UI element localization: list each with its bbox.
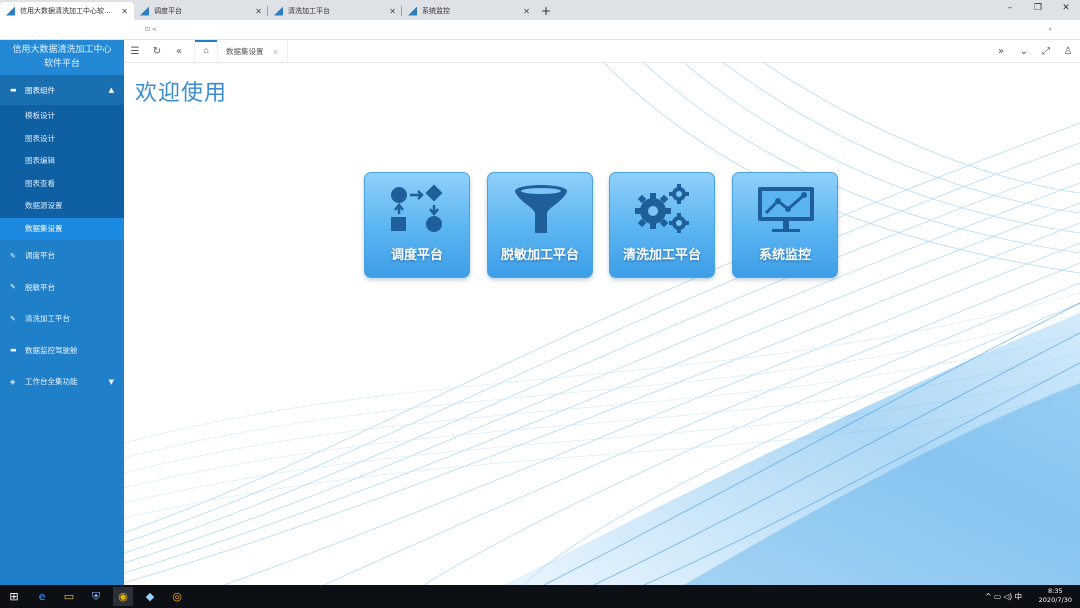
scroll-left-icon[interactable]: « bbox=[168, 40, 190, 63]
chrome-icon[interactable]: ◉ bbox=[113, 587, 133, 606]
sidebar-item-label: 数据监控驾驶舱 bbox=[25, 345, 78, 355]
window-controls: – ❐ ✕ bbox=[996, 0, 1080, 18]
system-tray[interactable]: ^ ▭ ◁) 中 bbox=[985, 591, 1022, 602]
tile-system-monitor[interactable]: 系统监控 bbox=[732, 172, 838, 278]
windows-start-icon[interactable]: ⊞ bbox=[4, 587, 24, 606]
taskbar: ⊞ e ▭ ⛨ ◉ ◆ ◎ ^ ▭ ◁) 中 8:35 2020/7/30 bbox=[0, 585, 1080, 608]
tile-label: 清洗加工平台 bbox=[622, 248, 701, 263]
address-bar[interactable]: ⊡ < » bbox=[0, 20, 1080, 40]
browser-tab-title: 信用大数据清洗加工中心软件平台 bbox=[20, 7, 118, 15]
clock[interactable]: 8:35 2020/7/30 bbox=[1039, 587, 1072, 605]
chevron-up-icon: ▲ bbox=[108, 86, 114, 94]
browser-tab-strip: 信用大数据清洗加工中心软件平台 ✕ 调度平台 ✕ 清洗加工平台 ✕ 系统监控 ✕… bbox=[0, 0, 1080, 20]
sidebar-item-label: 调度平台 bbox=[25, 251, 55, 261]
home-tab-icon[interactable]: ⌂ bbox=[194, 40, 218, 63]
flowchart-icon bbox=[391, 184, 443, 232]
brand-line-2: 软件平台 bbox=[43, 59, 80, 69]
scroll-right-icon[interactable]: » bbox=[990, 40, 1012, 63]
app-brand: 信用大数据清洗加工中心 软件平台 bbox=[0, 40, 124, 75]
sidebar-item-monitor-cockpit[interactable]: ▬ 数据监控驾驶舱 bbox=[0, 335, 124, 367]
menu-toggle-icon[interactable]: ☰ bbox=[124, 40, 146, 63]
subnav-item-chart-view[interactable]: 图表查看 bbox=[0, 173, 124, 196]
restore-button[interactable]: ❐ bbox=[1024, 0, 1052, 18]
app-toolbar: ☰ ↻ « ⌂ 数据集设置 × » ⌄ ⤢ ♙ bbox=[124, 40, 1080, 63]
browser-tab-title: 调度平台 bbox=[154, 7, 182, 15]
edit-icon: ✎ bbox=[10, 251, 16, 260]
minimize-button[interactable]: – bbox=[996, 0, 1024, 18]
wave-background bbox=[124, 63, 1080, 585]
browser-alt-icon[interactable]: ◎ bbox=[167, 587, 187, 606]
welcome-heading: 欢迎使用 bbox=[135, 81, 228, 106]
tile-desensitize[interactable]: 脱敏加工平台 bbox=[487, 172, 593, 278]
subnav-item-chart-edit[interactable]: 图表编辑 bbox=[0, 150, 124, 173]
sidebar-item-cleaning[interactable]: ✎ 清洗加工平台 bbox=[0, 303, 124, 335]
new-tab-button[interactable]: + bbox=[536, 2, 556, 20]
brand-line-1: 信用大数据清洗加工中心 bbox=[12, 45, 112, 55]
sidebar-item-scheduling[interactable]: ✎ 调度平台 bbox=[0, 240, 124, 272]
chevron-down-icon[interactable]: ⌄ bbox=[1013, 40, 1035, 63]
subnav: 模板设计 图表设计 图表编辑 图表查看 数据源设置 数据集设置 bbox=[0, 105, 124, 240]
edit-icon: ✎ bbox=[10, 314, 16, 323]
clock-date: 2020/7/30 bbox=[1038, 596, 1072, 604]
site-favicon-icon bbox=[274, 6, 283, 16]
tab-label: 数据集设置 bbox=[226, 47, 264, 56]
nav-group-chart-components[interactable]: ▬ 图表组件 ▲ bbox=[0, 75, 124, 105]
file-explorer-icon[interactable]: ▭ bbox=[59, 587, 79, 606]
close-window-button[interactable]: ✕ bbox=[1052, 0, 1080, 18]
site-favicon-icon bbox=[6, 6, 15, 16]
sidebar-item-workbench[interactable]: ◈ 工作台全集功能 ▼ bbox=[0, 366, 124, 398]
chevron-down-icon: ▼ bbox=[108, 377, 114, 386]
edit-icon: ✎ bbox=[10, 283, 16, 292]
nav-group-label: 图表组件 bbox=[25, 85, 55, 95]
monitor-icon: ▬ bbox=[10, 85, 17, 94]
tile-scheduling[interactable]: 调度平台 bbox=[364, 172, 470, 278]
layers-icon: ◈ bbox=[10, 377, 16, 386]
close-tab-icon[interactable]: ✕ bbox=[523, 7, 530, 16]
tile-label: 脱敏加工平台 bbox=[500, 248, 579, 263]
browser-tab-cleaning[interactable]: 清洗加工平台 ✕ bbox=[268, 2, 402, 20]
funnel-icon bbox=[515, 185, 567, 233]
tab-dataset-settings[interactable]: 数据集设置 × bbox=[218, 40, 288, 63]
user-icon[interactable]: ♙ bbox=[1057, 40, 1079, 63]
sidebar-item-label: 工作台全集功能 bbox=[25, 377, 78, 387]
tile-label: 系统监控 bbox=[758, 248, 811, 263]
site-favicon-icon bbox=[140, 6, 149, 16]
close-icon[interactable]: × bbox=[273, 48, 279, 56]
browser-tab-title: 清洗加工平台 bbox=[288, 7, 330, 15]
monitor-icon: ▬ bbox=[10, 346, 17, 355]
browser-tab-scheduling[interactable]: 调度平台 ✕ bbox=[134, 2, 268, 20]
refresh-icon[interactable]: ↻ bbox=[146, 40, 168, 63]
browser-tab-title: 系统监控 bbox=[422, 7, 450, 15]
tile-label: 调度平台 bbox=[390, 248, 443, 263]
address-text[interactable]: ⊡ < bbox=[145, 26, 157, 33]
fullscreen-icon[interactable]: ⤢ bbox=[1035, 40, 1057, 63]
subnav-item-chart-design[interactable]: 图表设计 bbox=[0, 128, 124, 151]
sidebar: 信用大数据清洗加工中心 软件平台 ▬ 图表组件 ▲ 模板设计 图表设计 图表编辑… bbox=[0, 40, 124, 585]
sidebar-item-desensitize[interactable]: ✎ 脱敏平台 bbox=[0, 272, 124, 304]
main-content: 欢迎使用 调度平台 脱敏加工平台 清洗加工平台 系统监控 bbox=[124, 63, 1080, 585]
shield-icon[interactable]: ⛨ bbox=[86, 587, 106, 606]
close-tab-icon[interactable]: ✕ bbox=[255, 7, 262, 16]
clock-time: 8:35 bbox=[1048, 587, 1063, 595]
browser-tab-platform[interactable]: 信用大数据清洗加工中心软件平台 ✕ bbox=[0, 2, 134, 20]
subnav-item-dataset-settings[interactable]: 数据集设置 bbox=[0, 217, 124, 240]
edge-browser-icon[interactable]: e bbox=[32, 587, 52, 606]
gears-icon bbox=[635, 184, 689, 233]
site-favicon-icon bbox=[408, 6, 417, 16]
subnav-item-datasource-settings[interactable]: 数据源设置 bbox=[0, 195, 124, 218]
close-tab-icon[interactable]: ✕ bbox=[121, 7, 128, 16]
monitor-chart-icon bbox=[758, 187, 814, 232]
sidebar-item-label: 清洗加工平台 bbox=[25, 314, 70, 324]
ime-indicator[interactable]: 中 bbox=[1015, 592, 1023, 601]
close-tab-icon[interactable]: ✕ bbox=[389, 7, 396, 16]
extensions-button[interactable]: » bbox=[1048, 26, 1052, 33]
sidebar-item-label: 脱敏平台 bbox=[25, 282, 55, 292]
browser-tab-monitor[interactable]: 系统监控 ✕ bbox=[402, 2, 536, 20]
app-icon[interactable]: ◆ bbox=[140, 587, 160, 606]
tile-cleaning[interactable]: 清洗加工平台 bbox=[609, 172, 715, 278]
subnav-item-template-design[interactable]: 模板设计 bbox=[0, 105, 124, 128]
